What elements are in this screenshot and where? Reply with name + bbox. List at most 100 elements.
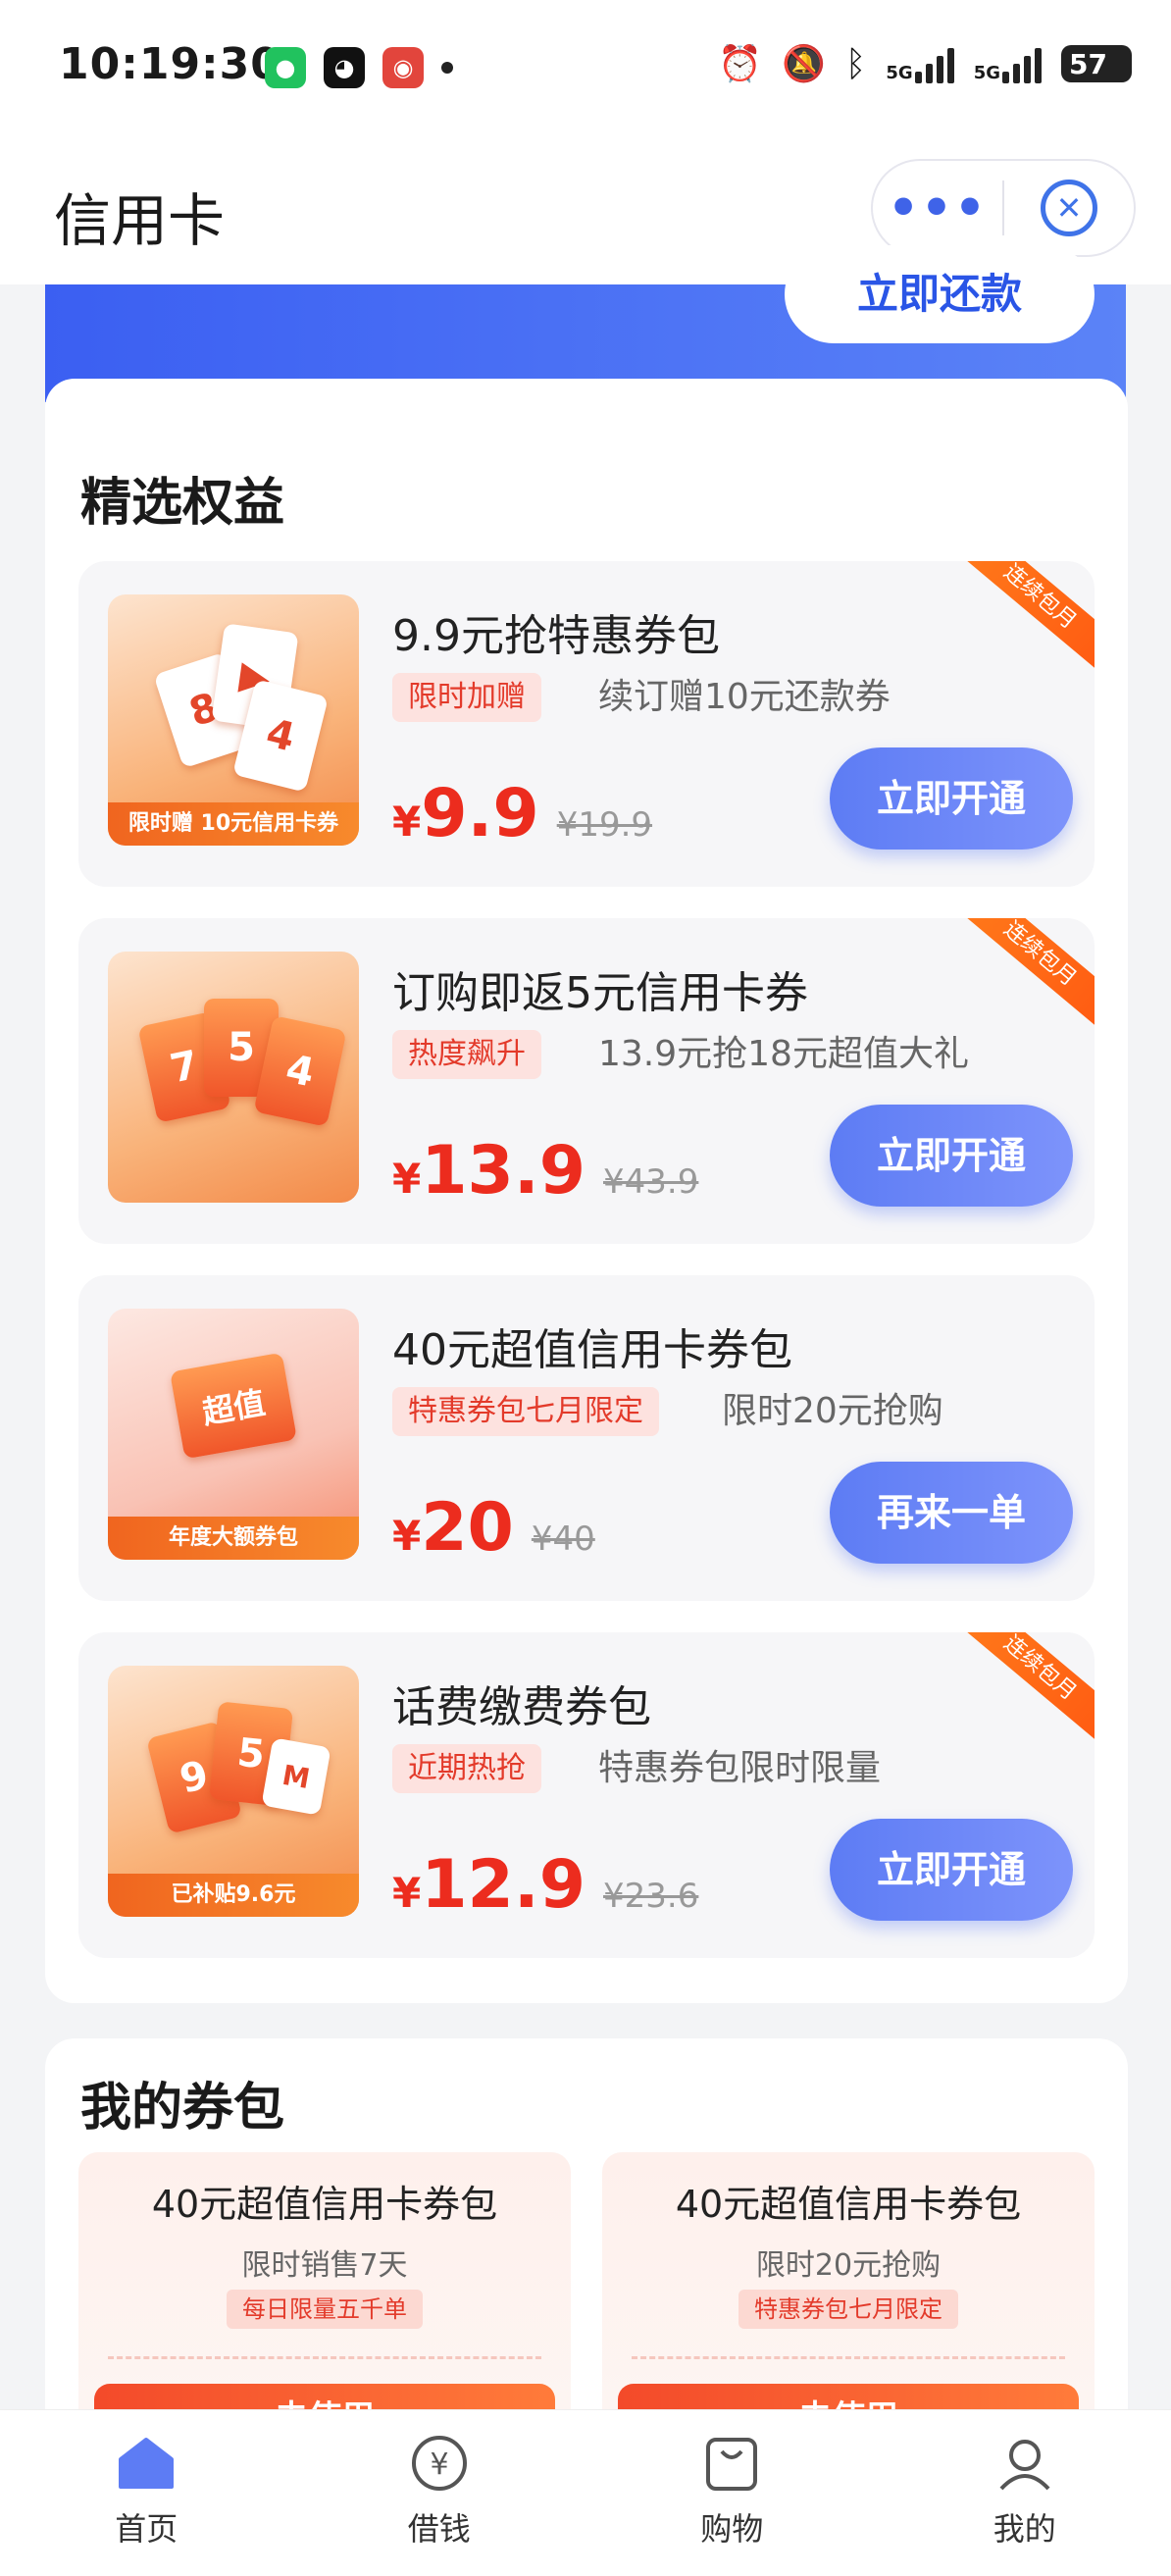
tab-label: 购物 (700, 2510, 764, 2548)
coupon-subtitle: 限时销售7天 (241, 2248, 408, 2283)
page-title: 信用卡 (54, 187, 226, 254)
thumb-caption: 限时赠 10元信用卡券 (108, 802, 359, 846)
price: ¥ 9.9 ¥19.9 (392, 775, 652, 852)
activate-button[interactable]: 立即开通 (830, 1819, 1073, 1921)
shopping-bag-icon (700, 2432, 763, 2495)
tab-label: 首页 (115, 2510, 178, 2548)
more-notifications-dot (441, 62, 453, 74)
benefit-subtitle: 续订赠10元还款券 (598, 677, 891, 717)
coupon-subtitle: 限时20元抢购 (755, 2248, 942, 2283)
bottom-tab-bar: 首页 ¥ 借钱 购物 我的 (0, 2409, 1171, 2576)
coupon-tag: 特惠券包七月限定 (738, 2290, 958, 2329)
svg-text:¥: ¥ (430, 2447, 448, 2482)
original-price: ¥23.6 (603, 1877, 699, 1916)
benefit-subtitle: 13.9元抢18元超值大礼 (598, 1034, 969, 1074)
coupon-tag: 每日限量五千单 (227, 2290, 423, 2329)
coupon-tiles-illustration: 7 5 4 (137, 985, 347, 1132)
original-price: ¥19.9 (556, 805, 653, 845)
price-value: 12.9 (421, 1846, 586, 1924)
tab-home[interactable]: 首页 (0, 2410, 293, 2576)
qq-icon: ◕ (324, 47, 365, 88)
benefits-title: 精选权益 (80, 474, 285, 533)
coupon-pack-image: 7 5 4 (108, 952, 359, 1203)
original-price: ¥40 (531, 1520, 595, 1559)
original-price: ¥43.9 (603, 1162, 699, 1202)
benefit-title: 9.9元抢特惠券包 (392, 611, 720, 661)
benefits-panel: 精选权益 连续包月 8 ▶ 4 限时赠 10元信用卡券 9.9元抢特惠券包 限时… (45, 379, 1128, 2003)
ribbon-badge: 连续包月 (952, 918, 1095, 1032)
mute-icon: 🔕 (781, 44, 826, 84)
network-label-1: 5G (886, 63, 913, 83)
tab-label: 借钱 (407, 2510, 471, 2548)
signal-icon (1002, 44, 1042, 83)
more-dots-icon[interactable]: ••• (873, 180, 1002, 236)
price-symbol: ¥ (392, 1155, 422, 1203)
battery-icon: 57 (1061, 45, 1132, 82)
benefit-tag: 近期热抢 (392, 1744, 541, 1793)
coupon-tiles-illustration: 8 ▶ 4 (147, 623, 329, 793)
benefit-subtitle: 限时20元抢购 (722, 1391, 943, 1431)
reorder-button[interactable]: 再来一单 (830, 1462, 1073, 1564)
price-value: 13.9 (421, 1132, 586, 1210)
alarm-icon: ⏰ (718, 44, 762, 84)
price-value: 9.9 (421, 775, 539, 852)
tab-shopping[interactable]: 购物 (586, 2410, 879, 2576)
status-time: 10:19:30 (59, 39, 281, 89)
bluetooth-icon: ᛒ (844, 43, 867, 84)
coupon-card[interactable]: 40元超值信用卡券包 限时销售7天 每日限量五千单 去使用 (78, 2152, 571, 2447)
coupon-title: 40元超值信用卡券包 (675, 2183, 1022, 2226)
price-symbol: ¥ (392, 1512, 422, 1560)
status-bar: 10:19:30 ● ◕ ◉ ⏰ 🔕 ᛒ 5G 5G 57 (0, 0, 1171, 137)
price: ¥ 20 ¥40 (392, 1489, 595, 1567)
network-label-2: 5G (973, 63, 1000, 83)
benefit-tag: 热度飙升 (392, 1030, 541, 1079)
benefit-card[interactable]: 连续包月 8 ▶ 4 限时赠 10元信用卡券 9.9元抢特惠券包 限时加赠 续订… (78, 561, 1095, 887)
repay-button[interactable]: 立即还款 (785, 245, 1095, 343)
tab-label: 我的 (993, 2510, 1056, 2548)
price: ¥ 13.9 ¥43.9 (392, 1132, 698, 1210)
price-symbol: ¥ (392, 1869, 422, 1917)
ribbon-badge: 连续包月 (952, 561, 1095, 675)
activate-button[interactable]: 立即开通 (830, 1105, 1073, 1207)
coupon-pack-image: 8 ▶ 4 限时赠 10元信用卡券 (108, 594, 359, 846)
coupon-divider (108, 2356, 541, 2359)
ribbon-badge: 连续包月 (952, 1632, 1095, 1746)
price-symbol: ¥ (392, 798, 422, 846)
coupon-title: 40元超值信用卡券包 (151, 2183, 498, 2226)
coupon-tiles-illustration: 9 5 M (146, 1699, 331, 1846)
my-coupons-title: 我的券包 (80, 2079, 285, 2138)
notification-icons: ● ◕ ◉ (265, 47, 453, 88)
home-icon (115, 2432, 178, 2495)
benefit-card[interactable]: 连续包月 7 5 4 订购即返5元信用卡券 热度飙升 13.9元抢18元超值大礼… (78, 918, 1095, 1244)
signal-icon (914, 44, 954, 83)
mini-program-capsule: ••• ✕ (871, 159, 1136, 257)
benefit-tag: 特惠券包七月限定 (392, 1387, 659, 1436)
system-icons: ⏰ 🔕 ᛒ 5G 5G 57 (718, 43, 1132, 84)
coupon-divider (632, 2356, 1065, 2359)
price: ¥ 12.9 ¥23.6 (392, 1846, 698, 1924)
user-icon (993, 2432, 1056, 2495)
benefit-title: 话费缴费券包 (392, 1682, 651, 1732)
battery-level: 57 (1069, 47, 1107, 80)
benefit-title: 订购即返5元信用卡券 (392, 968, 808, 1018)
thumb-caption: 已补贴9.6元 (108, 1874, 359, 1917)
benefit-tag: 限时加赠 (392, 673, 541, 722)
price-value: 20 (421, 1489, 514, 1567)
coupon-pack-image: 9 5 M 已补贴9.6元 (108, 1666, 359, 1917)
tab-mine[interactable]: 我的 (879, 2410, 1171, 2576)
close-button[interactable]: ✕ (1004, 180, 1134, 236)
benefit-card[interactable]: 连续包月 9 5 M 已补贴9.6元 话费缴费券包 近期热抢 特惠券包限时限量 … (78, 1632, 1095, 1958)
benefit-subtitle: 特惠券包限时限量 (598, 1748, 882, 1788)
coupon-card[interactable]: 40元超值信用卡券包 限时20元抢购 特惠券包七月限定 去使用 (602, 2152, 1095, 2447)
my-coupons-section: 我的券包 40元超值信用卡券包 限时销售7天 每日限量五千单 去使用 40元超值… (45, 2038, 1128, 2450)
coupon-illustration: 超值 (147, 1342, 320, 1489)
benefit-card[interactable]: 超值 年度大额券包 40元超值信用卡券包 特惠券包七月限定 限时20元抢购 ¥ … (78, 1275, 1095, 1601)
close-circle-icon: ✕ (1040, 180, 1097, 236)
app-notification-icon: ◉ (382, 47, 424, 88)
benefit-title: 40元超值信用卡券包 (392, 1325, 792, 1375)
activate-button[interactable]: 立即开通 (830, 747, 1073, 850)
thumb-caption: 年度大额券包 (108, 1517, 359, 1560)
coupon-pack-image: 超值 年度大额券包 (108, 1309, 359, 1560)
tab-borrow[interactable]: ¥ 借钱 (293, 2410, 586, 2576)
yuan-circle-icon: ¥ (408, 2432, 471, 2495)
